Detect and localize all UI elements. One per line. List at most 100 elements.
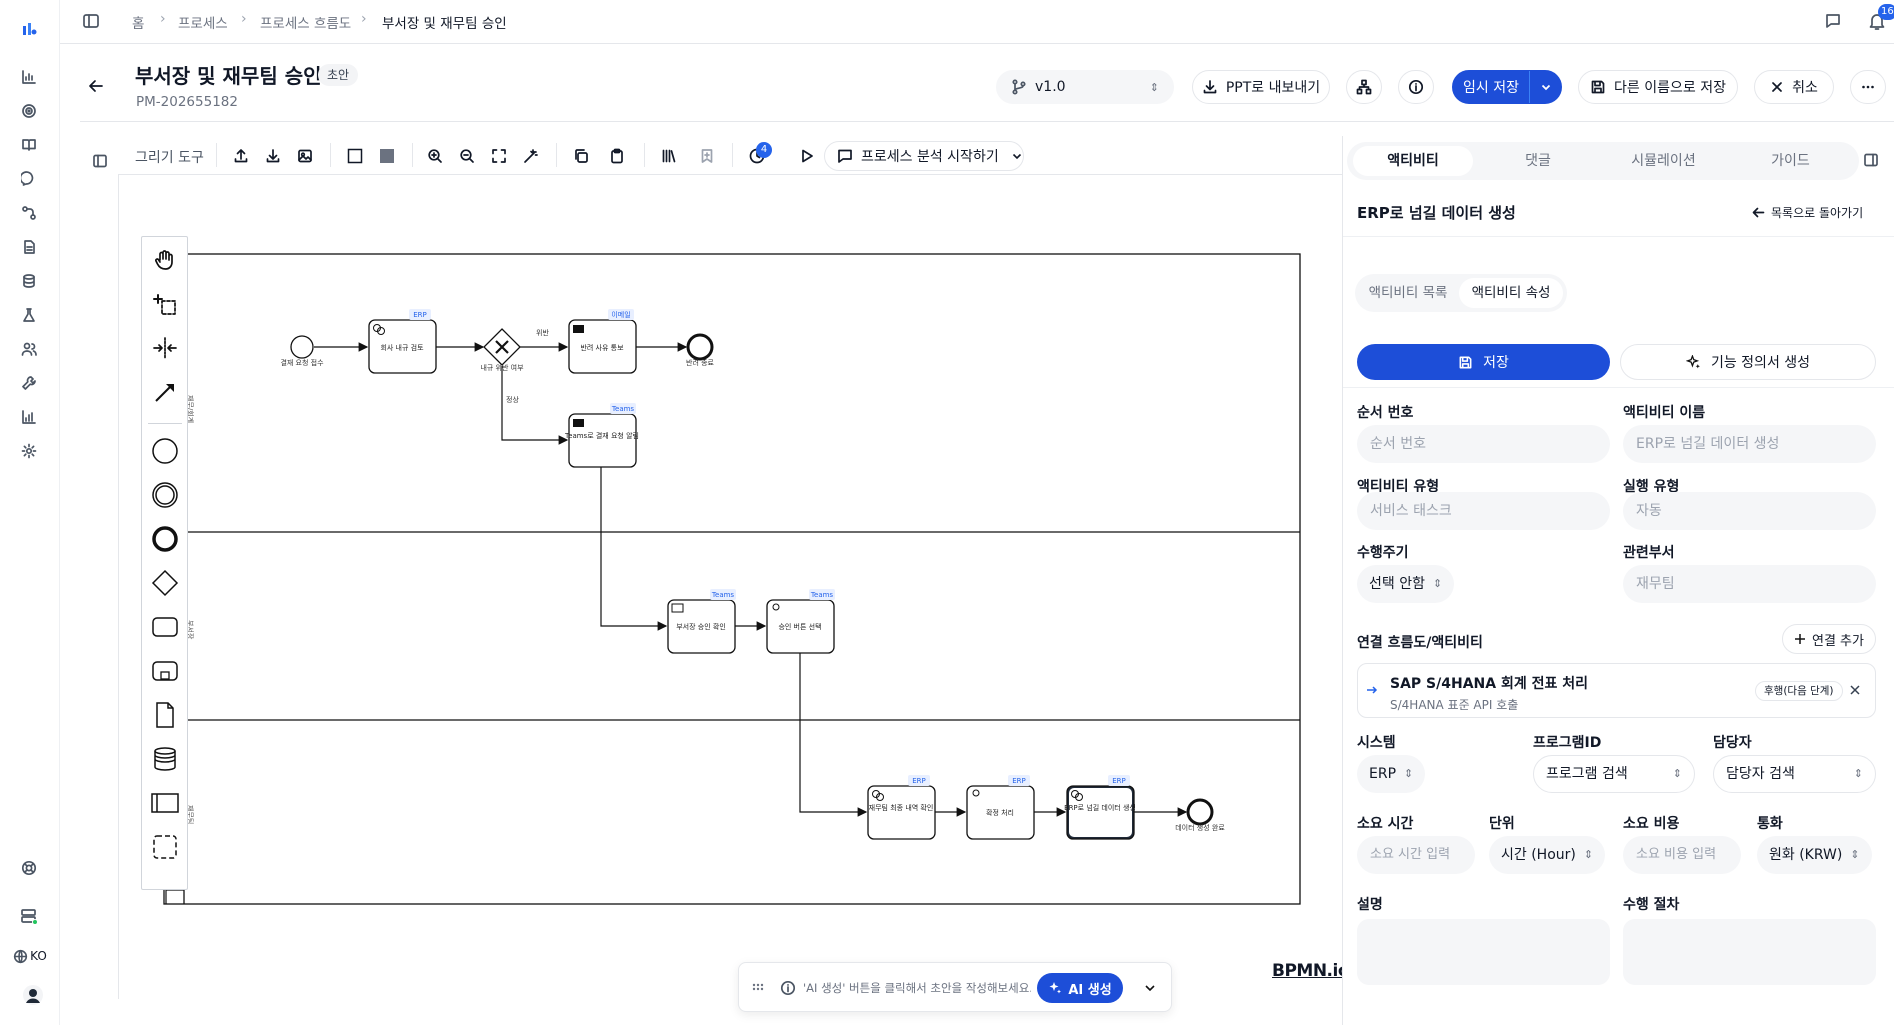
cycle-label: 수행주기 bbox=[1357, 545, 1409, 561]
data-store-tool-icon[interactable] bbox=[142, 742, 187, 776]
linked-flow-badge: 후행(다음 단계) bbox=[1755, 681, 1843, 701]
task-tag: ERP bbox=[413, 311, 427, 319]
remove-link-icon[interactable] bbox=[1849, 684, 1861, 696]
tab-simulation[interactable]: 시뮬레이션 bbox=[1601, 146, 1726, 176]
cost-input[interactable]: 소요 비용 입력 bbox=[1623, 836, 1741, 874]
end-event-label: 데이터 생성 완료 bbox=[1175, 823, 1225, 832]
program-id-value: 프로그램 검색 bbox=[1546, 766, 1628, 782]
task-label: Teams로 결재 요청 알림 bbox=[564, 431, 639, 440]
owner-select[interactable]: 담당자 검색 ⇕ bbox=[1713, 755, 1876, 793]
more-icon bbox=[1862, 85, 1874, 89]
chevron-down-icon[interactable] bbox=[1530, 81, 1561, 93]
save-button[interactable]: 저장 bbox=[1357, 344, 1610, 380]
bpmn-canvas[interactable]: 재무/회계 부서장 재무팀 위반 정상 결재 요청 접수 ERP 회사 내규 검… bbox=[0, 0, 1342, 1025]
order-input[interactable]: 순서 번호 bbox=[1357, 425, 1610, 463]
group-tool-icon[interactable] bbox=[142, 830, 187, 864]
more-options-button[interactable] bbox=[1850, 70, 1886, 104]
flow-label-normal: 정상 bbox=[506, 395, 519, 404]
program-id-select[interactable]: 프로그램 검색 ⇕ bbox=[1533, 755, 1695, 793]
dept-label: 관련부서 bbox=[1623, 545, 1675, 561]
subtab-activity-properties[interactable]: 액티비티 속성 bbox=[1459, 278, 1563, 308]
description-textarea[interactable] bbox=[1357, 919, 1610, 985]
task-tag: 이메일 bbox=[611, 310, 630, 319]
panel-collapse-icon[interactable] bbox=[1863, 152, 1879, 168]
chevron-down-icon[interactable] bbox=[1143, 981, 1157, 995]
exec-type-input[interactable]: 자동 bbox=[1623, 492, 1876, 530]
bpmn-start-event[interactable] bbox=[290, 335, 314, 359]
messages-icon[interactable] bbox=[1824, 12, 1842, 30]
dept-input[interactable]: 재무팀 bbox=[1623, 565, 1876, 603]
sparkle-icon bbox=[1685, 354, 1700, 368]
procedure-label: 수행 절차 bbox=[1623, 897, 1680, 913]
add-link-label: 연결 추가 bbox=[1812, 633, 1864, 649]
flow-label-violation: 위반 bbox=[536, 328, 549, 337]
linked-flow-subtitle: S/4HANA 표준 API 호출 bbox=[1390, 698, 1519, 712]
order-label: 순서 번호 bbox=[1357, 405, 1414, 421]
end-event-tool-icon[interactable] bbox=[142, 522, 187, 556]
end-event-label: 반려 종료 bbox=[686, 358, 715, 367]
space-tool-icon[interactable] bbox=[142, 331, 187, 365]
cycle-select[interactable]: 선택 안함 ⇕ bbox=[1357, 565, 1455, 603]
task-label: 회사 내규 검토 bbox=[380, 343, 424, 352]
palette-divider bbox=[148, 423, 182, 424]
tab-activity[interactable]: 액티비티 bbox=[1353, 146, 1473, 176]
lasso-tool-icon[interactable] bbox=[142, 287, 187, 321]
start-event-tool-icon[interactable] bbox=[142, 434, 187, 468]
activity-name-input[interactable]: ERP로 넘길 데이터 생성 bbox=[1623, 425, 1876, 463]
currency-value: 원화 (KRW) bbox=[1769, 847, 1843, 863]
duration-input[interactable]: 소요 시간 입력 bbox=[1357, 836, 1475, 874]
bpmn-end-event[interactable] bbox=[686, 333, 714, 361]
unit-label: 단위 bbox=[1489, 816, 1515, 832]
temp-save-split-button[interactable]: 임시 저장 bbox=[1452, 70, 1562, 104]
linked-flow-card[interactable]: SAP S/4HANA 회계 전표 처리 S/4HANA 표준 API 호출 후… bbox=[1357, 663, 1876, 718]
save-icon bbox=[1591, 80, 1605, 94]
generate-spec-button[interactable]: 기능 정의서 생성 bbox=[1620, 344, 1876, 380]
hand-tool-icon[interactable] bbox=[142, 243, 187, 277]
tab-guide[interactable]: 가이드 bbox=[1728, 146, 1853, 176]
procedure-textarea[interactable] bbox=[1623, 919, 1876, 985]
info-icon bbox=[780, 980, 796, 996]
task-tag: Teams bbox=[711, 591, 735, 599]
info-button[interactable] bbox=[1398, 70, 1434, 104]
ai-generate-label: AI 생성 bbox=[1068, 982, 1112, 998]
ai-hint-text: 'AI 생성' 버튼을 클릭해서 초안을 작성해보세요. bbox=[803, 981, 1031, 995]
save-as-label: 다른 이름으로 저장 bbox=[1614, 80, 1726, 96]
connect-tool-icon[interactable] bbox=[142, 375, 187, 409]
cycle-value: 선택 안함 bbox=[1369, 576, 1425, 592]
back-arrow-icon bbox=[1752, 207, 1765, 218]
drag-handle-icon[interactable] bbox=[751, 980, 765, 994]
bpmn-io-logo[interactable]: BPMN.io bbox=[1272, 961, 1350, 981]
owner-value: 담당자 검색 bbox=[1726, 766, 1795, 782]
arrow-right-icon bbox=[1366, 684, 1378, 696]
updown-chevron-icon: ⇕ bbox=[1404, 767, 1414, 780]
gateway-tool-icon[interactable] bbox=[142, 566, 187, 600]
save-as-button[interactable]: 다른 이름으로 저장 bbox=[1578, 70, 1738, 104]
bpmn-end-event[interactable] bbox=[1186, 798, 1214, 826]
system-select[interactable]: ERP ⇕ bbox=[1357, 755, 1426, 793]
ai-generate-button[interactable]: AI 생성 bbox=[1037, 973, 1123, 1003]
task-tool-icon[interactable] bbox=[142, 610, 187, 644]
activity-type-input[interactable]: 서비스 태스크 bbox=[1357, 492, 1610, 530]
add-link-button[interactable]: 연결 추가 bbox=[1782, 624, 1876, 654]
cancel-label: 취소 bbox=[1792, 80, 1818, 96]
link-label: 연결 흐름도/액티비티 bbox=[1357, 635, 1483, 651]
data-object-tool-icon[interactable] bbox=[142, 698, 187, 732]
temp-save-button[interactable]: 임시 저장 bbox=[1453, 77, 1529, 97]
pool-tool-icon[interactable] bbox=[142, 786, 187, 820]
tab-comments[interactable]: 댓글 bbox=[1478, 146, 1598, 176]
currency-label: 통화 bbox=[1757, 816, 1783, 832]
unit-select[interactable]: 시간 (Hour) ⇕ bbox=[1489, 836, 1606, 874]
updown-chevron-icon: ⇕ bbox=[1583, 848, 1594, 861]
gateway-label: 내규 위반 여부 bbox=[480, 363, 524, 372]
save-label: 저장 bbox=[1483, 355, 1509, 371]
intermediate-event-tool-icon[interactable] bbox=[142, 478, 187, 512]
subtab-activity-list[interactable]: 액티비티 목록 bbox=[1359, 278, 1457, 308]
currency-select[interactable]: 원화 (KRW) ⇕ bbox=[1757, 836, 1872, 874]
subprocess-tool-icon[interactable] bbox=[142, 654, 187, 688]
hierarchy-button[interactable] bbox=[1346, 70, 1382, 104]
task-label: 확정 처리 bbox=[986, 808, 1014, 817]
panel-divider bbox=[1343, 387, 1894, 388]
back-to-list-link[interactable]: 목록으로 돌아가기 bbox=[1752, 204, 1863, 221]
cancel-button[interactable]: 취소 bbox=[1754, 70, 1834, 104]
bpmn-gateway[interactable] bbox=[483, 328, 521, 366]
